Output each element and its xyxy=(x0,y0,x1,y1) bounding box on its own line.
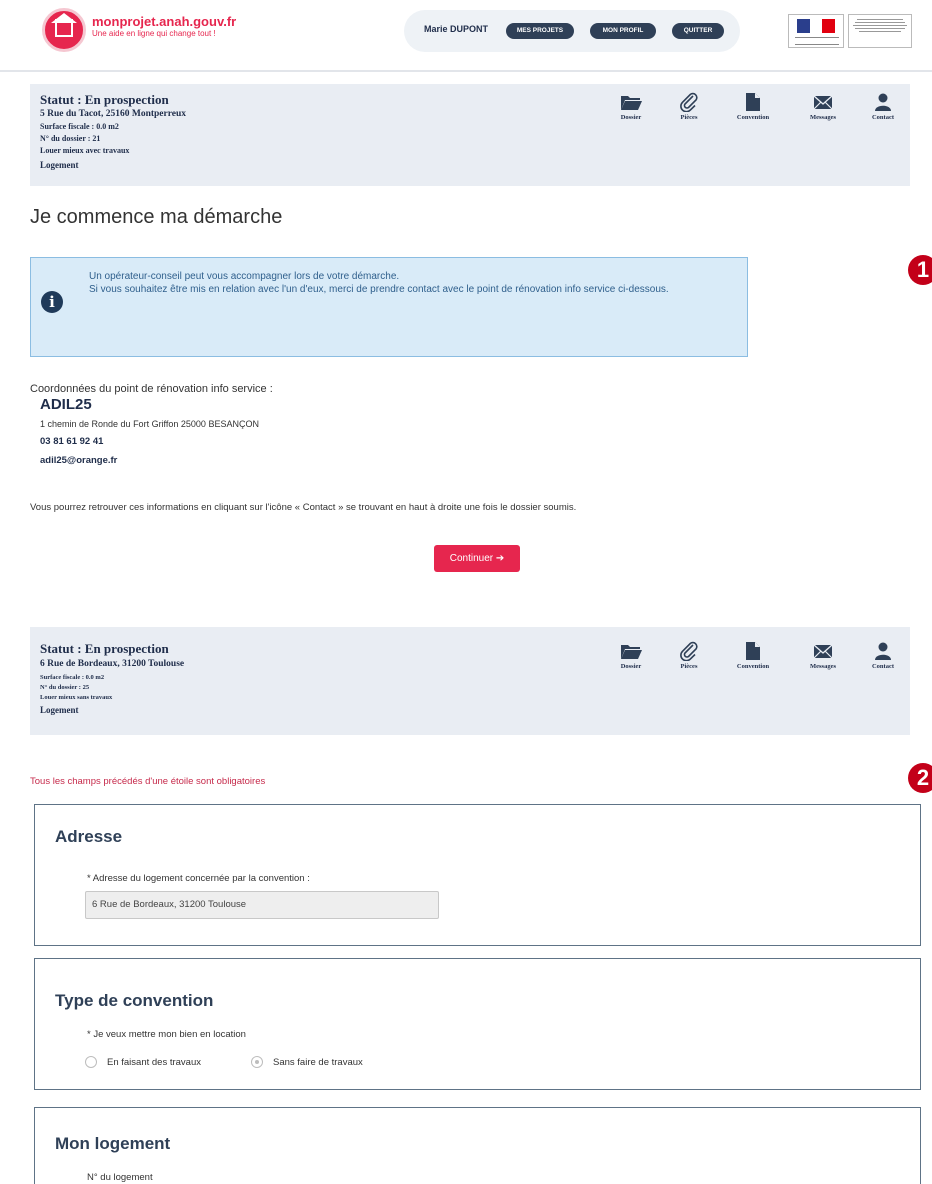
advisor-phone: 03 81 61 92 41 xyxy=(40,436,104,447)
step-badge-2: 2 xyxy=(908,763,932,793)
status-surface: Surface fiscale : 0.0 m2 xyxy=(40,674,105,681)
status-panel-2: Statut : En prospection 6 Rue de Bordeau… xyxy=(30,627,910,735)
radio-without-works[interactable] xyxy=(251,1056,263,1068)
user-icon xyxy=(875,642,891,660)
status-title: Statut : En prospection xyxy=(40,641,169,656)
brand-logo-icon[interactable] xyxy=(42,8,86,52)
nav-convention[interactable]: Convention xyxy=(726,641,780,670)
radio-without-works-label[interactable]: Sans faire de travaux xyxy=(273,1057,363,1068)
status-logement: Logement xyxy=(40,160,79,170)
status-panel-1: Statut : En prospection 5 Rue du Tacot, … xyxy=(30,84,910,186)
nav-contact-label: Contact xyxy=(871,663,895,670)
my-projects-button[interactable]: MES PROJETS xyxy=(506,23,574,39)
status-logement: Logement xyxy=(40,705,79,715)
user-icon xyxy=(875,93,891,111)
envelope-icon xyxy=(813,95,833,110)
nav-messages-label: Messages xyxy=(810,114,836,121)
nav-messages[interactable]: Messages xyxy=(796,641,850,670)
contact-hint: Vous pourrez retrouver ces informations … xyxy=(30,502,577,513)
brand-name[interactable]: monprojet.anah.gouv.fr xyxy=(92,14,236,29)
radio-with-works[interactable] xyxy=(85,1056,97,1068)
nav-dossier-label: Dossier xyxy=(620,114,642,121)
info-icon: i xyxy=(41,291,63,313)
status-dossier-number: N° du dossier : 21 xyxy=(40,134,101,143)
nav-messages[interactable]: Messages xyxy=(796,92,850,121)
nav-pieces[interactable]: Pièces xyxy=(662,92,716,121)
document-icon xyxy=(746,642,760,660)
nav-contact-label: Contact xyxy=(871,114,895,121)
advisor-name: ADIL25 xyxy=(40,396,92,413)
info-line-1: Un opérateur-conseil peut vous accompagn… xyxy=(89,271,400,282)
folder-icon xyxy=(621,645,642,659)
convention-type-title: Type de convention xyxy=(55,991,214,1010)
advisor-email: adil25@orange.fr xyxy=(40,455,118,466)
status-address: 5 Rue du Tacot, 25160 Montperreux xyxy=(40,109,187,119)
folder-icon xyxy=(621,96,642,110)
nav-dossier-label: Dossier xyxy=(620,663,642,670)
coordinates-label: Coordonnées du point de rénovation info … xyxy=(30,383,273,395)
nav-messages-label: Messages xyxy=(810,663,836,670)
status-type: Louer mieux avec travaux xyxy=(40,146,130,155)
envelope-icon xyxy=(813,644,833,659)
required-fields-note: Tous les champs précédés d'une étoile so… xyxy=(30,776,266,787)
nav-contact[interactable]: Contact xyxy=(856,92,910,121)
status-surface: Surface fiscale : 0.0 m2 xyxy=(40,122,119,131)
housing-card: Mon logement N° du logement xyxy=(34,1107,921,1184)
nav-pieces-label: Pièces xyxy=(680,663,698,670)
continue-button[interactable]: Continuer ➔ xyxy=(434,545,520,572)
nav-dossier[interactable]: Dossier xyxy=(604,92,658,121)
advisor-address: 1 chemin de Ronde du Fort Griffon 25000 … xyxy=(40,419,259,429)
site-header: monprojet.anah.gouv.fr Une aide en ligne… xyxy=(0,0,932,72)
convention-type-label: * Je veux mettre mon bien en location xyxy=(87,1029,246,1040)
info-text: Un opérateur-conseil peut vous accompagn… xyxy=(89,270,729,296)
info-box: i Un opérateur-conseil peut vous accompa… xyxy=(30,257,748,357)
document-icon xyxy=(746,93,760,111)
nav-pieces-label: Pièces xyxy=(680,114,698,121)
paperclip-icon xyxy=(680,641,698,661)
address-card: Adresse * Adresse du logement concernée … xyxy=(34,804,921,946)
info-line-2: Si vous souhaitez être mis en relation a… xyxy=(89,284,669,295)
housing-card-title: Mon logement xyxy=(55,1134,171,1153)
address-field-label: * Adresse du logement concernée par la c… xyxy=(87,873,310,884)
step-badge-1: 1 xyxy=(908,255,932,285)
status-title: Statut : En prospection xyxy=(40,92,169,107)
brand-tagline: Une aide en ligne qui change tout ! xyxy=(92,29,216,38)
radio-with-works-label[interactable]: En faisant des travaux xyxy=(107,1057,201,1068)
status-type: Louer mieux sans travaux xyxy=(40,694,113,701)
nav-pieces[interactable]: Pièces xyxy=(662,641,716,670)
nav-convention-label: Convention xyxy=(736,663,770,670)
republique-francaise-logo xyxy=(788,14,844,48)
status-address: 6 Rue de Bordeaux, 31200 Toulouse xyxy=(40,659,185,669)
nav-dossier[interactable]: Dossier xyxy=(604,641,658,670)
quit-button[interactable]: QUITTER xyxy=(672,23,724,39)
convention-type-card: Type de convention * Je veux mettre mon … xyxy=(34,958,921,1090)
ministry-logo xyxy=(848,14,912,48)
address-input[interactable]: 6 Rue de Bordeaux, 31200 Toulouse xyxy=(85,891,439,919)
nav-convention[interactable]: Convention xyxy=(726,92,780,121)
page-title: Je commence ma démarche xyxy=(30,206,283,228)
housing-number-label: N° du logement xyxy=(87,1172,153,1183)
status-dossier-number: N° du dossier : 25 xyxy=(40,684,90,691)
paperclip-icon xyxy=(680,92,698,112)
user-bar: Marie DUPONT MES PROJETS MON PROFIL QUIT… xyxy=(404,10,740,52)
address-card-title: Adresse xyxy=(55,827,123,846)
nav-contact[interactable]: Contact xyxy=(856,641,910,670)
my-profile-button[interactable]: MON PROFIL xyxy=(590,23,656,39)
user-name: Marie DUPONT xyxy=(424,24,489,34)
nav-convention-label: Convention xyxy=(736,114,770,121)
